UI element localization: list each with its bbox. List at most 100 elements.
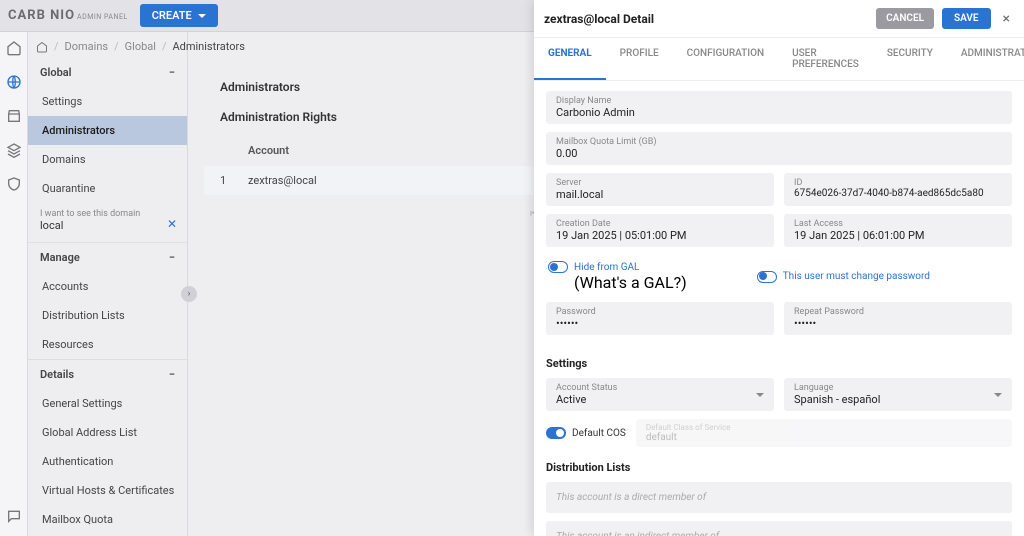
logo: CARB NIO ADMIN PANEL bbox=[8, 8, 128, 23]
field-label: Repeat Password bbox=[794, 307, 1002, 317]
cancel-button[interactable]: CANCEL bbox=[876, 8, 934, 29]
field-default-cos: Default Class of Service default bbox=[636, 419, 1012, 447]
sidebar-group-global[interactable]: Global− bbox=[28, 58, 187, 87]
field-label: Account Status bbox=[556, 383, 617, 393]
save-button[interactable]: SAVE bbox=[942, 8, 991, 29]
field-value: 19 Jan 2025 | 06:01:00 PM bbox=[794, 229, 1002, 242]
field-display-name[interactable]: Display Name Carbonio Admin bbox=[546, 91, 1012, 124]
field-value: Carbonio Admin bbox=[556, 106, 1002, 119]
field-label: Default Class of Service bbox=[646, 423, 731, 432]
collapse-sidebar-button[interactable]: › bbox=[181, 286, 197, 302]
sidebar-item-quarantine[interactable]: Quarantine bbox=[28, 174, 187, 203]
sidebar-group-details[interactable]: Details− bbox=[28, 360, 187, 389]
distlist-direct: This account is a direct member of bbox=[546, 482, 1012, 513]
domain-filter-label: I want to see this domain bbox=[40, 209, 175, 219]
field-quota[interactable]: Mailbox Quota Limit (GB) 0.00 bbox=[546, 132, 1012, 165]
sidebar-item-general-settings[interactable]: General Settings bbox=[28, 389, 187, 418]
field-password[interactable]: Password •••••• bbox=[546, 302, 774, 335]
sidebar-item-resources[interactable]: Resources bbox=[28, 330, 187, 359]
sidebar-item-authentication[interactable]: Authentication bbox=[28, 447, 187, 476]
field-label: Display Name bbox=[556, 96, 1002, 106]
sidebar-group-manage[interactable]: Manage− bbox=[28, 243, 187, 272]
domain-filter[interactable]: I want to see this domain local ✕ bbox=[28, 203, 187, 243]
breadcrumb-sep: / bbox=[54, 40, 59, 53]
collapse-icon: − bbox=[169, 66, 175, 79]
field-label: Creation Date bbox=[556, 219, 764, 229]
sidebar-item-distribution-lists[interactable]: Distribution Lists bbox=[28, 301, 187, 330]
select-language[interactable]: Language Spanish - español bbox=[784, 378, 1012, 411]
sidebar-item-administrators[interactable]: Administrators bbox=[28, 116, 187, 145]
collapse-icon: − bbox=[169, 368, 175, 381]
sidebar-item-mailbox-quota[interactable]: Mailbox Quota bbox=[28, 505, 187, 534]
field-label: ID bbox=[794, 178, 1002, 188]
stack-icon[interactable] bbox=[6, 142, 22, 158]
chat-icon[interactable] bbox=[6, 508, 22, 524]
tab-general[interactable]: GENERAL bbox=[534, 38, 606, 80]
tab-administration[interactable]: ADMINISTRATION bbox=[947, 38, 1024, 80]
field-server: Server mail.local bbox=[546, 173, 774, 206]
field-last-access: Last Access 19 Jan 2025 | 06:01:00 PM bbox=[784, 214, 1012, 247]
chevron-down-icon bbox=[994, 393, 1002, 397]
detail-panel: zextras@local Detail CANCEL SAVE × GENER… bbox=[534, 0, 1024, 536]
chevron-down-icon bbox=[756, 393, 764, 397]
toggle-label: Default COS bbox=[572, 428, 626, 439]
field-value: mail.local bbox=[556, 188, 764, 201]
logo-text: CARB NIO bbox=[8, 8, 75, 23]
globe-icon[interactable] bbox=[6, 74, 22, 90]
field-repeat-password[interactable]: Repeat Password •••••• bbox=[784, 302, 1012, 335]
field-value: default bbox=[646, 432, 731, 443]
toggle-must-change-password[interactable]: This user must change password bbox=[757, 271, 930, 283]
home-icon[interactable] bbox=[6, 40, 22, 56]
create-button-label: CREATE bbox=[152, 9, 192, 22]
domain-filter-value: local bbox=[40, 219, 175, 232]
field-label: Language bbox=[794, 383, 880, 393]
tab-user-preferences[interactable]: USER PREFERENCES bbox=[778, 38, 873, 80]
breadcrumb-sep: / bbox=[114, 40, 119, 53]
breadcrumb-sep: / bbox=[162, 40, 167, 53]
shield-icon[interactable] bbox=[6, 176, 22, 192]
sidebar-item-settings[interactable]: Settings bbox=[28, 87, 187, 116]
toggle-label: This user must change password bbox=[783, 271, 930, 282]
home-icon[interactable] bbox=[36, 41, 48, 53]
sidebar-item-accounts[interactable]: Accounts bbox=[28, 272, 187, 301]
whats-gal-link[interactable]: (What's a GAL?) bbox=[574, 273, 687, 292]
field-value: Active bbox=[556, 393, 617, 406]
detail-title: zextras@local Detail bbox=[544, 12, 868, 26]
logo-subtext: ADMIN PANEL bbox=[77, 13, 128, 21]
toggle-icon bbox=[548, 261, 568, 273]
distlist-indirect: This account is an indirect member of bbox=[546, 521, 1012, 536]
sidebar-item-virtual-hosts[interactable]: Virtual Hosts & Certificates bbox=[28, 476, 187, 505]
sidebar-item-domains[interactable]: Domains bbox=[28, 145, 187, 174]
close-icon[interactable]: × bbox=[999, 11, 1014, 27]
chevron-down-icon bbox=[198, 14, 206, 18]
tab-configuration[interactable]: CONFIGURATION bbox=[673, 38, 778, 80]
detail-tabs: GENERAL PROFILE CONFIGURATION USER PREFE… bbox=[534, 38, 1024, 81]
field-label: Password bbox=[556, 307, 764, 317]
field-value: Spanish - español bbox=[794, 393, 880, 406]
row-index: 1 bbox=[220, 174, 248, 187]
breadcrumb-item-global[interactable]: Global bbox=[125, 40, 156, 53]
store-icon[interactable] bbox=[6, 108, 22, 124]
toggle-hide-gal[interactable]: Hide from GAL (What's a GAL?) bbox=[548, 261, 687, 292]
clear-icon[interactable]: ✕ bbox=[167, 217, 177, 231]
sidebar-item-gal[interactable]: Global Address List bbox=[28, 418, 187, 447]
field-value: •••••• bbox=[794, 317, 1002, 330]
breadcrumb-item-domains[interactable]: Domains bbox=[65, 40, 109, 53]
field-creation-date: Creation Date 19 Jan 2025 | 05:01:00 PM bbox=[546, 214, 774, 247]
breadcrumb-current: Administrators bbox=[172, 40, 244, 53]
collapse-icon: − bbox=[169, 251, 175, 264]
settings-heading: Settings bbox=[546, 357, 1012, 370]
select-account-status[interactable]: Account Status Active bbox=[546, 378, 774, 411]
field-value: 0.00 bbox=[556, 147, 1002, 160]
toggle-icon bbox=[757, 271, 777, 283]
tab-profile[interactable]: PROFILE bbox=[606, 38, 673, 80]
rail-bar bbox=[0, 0, 28, 536]
field-label: Server bbox=[556, 178, 764, 188]
create-button[interactable]: CREATE bbox=[140, 4, 218, 27]
field-label: Mailbox Quota Limit (GB) bbox=[556, 137, 1002, 147]
field-id: ID 6754e026-37d7-4040-b874-aed865dc5a80 bbox=[784, 173, 1012, 206]
detail-body: Display Name Carbonio Admin Mailbox Quot… bbox=[534, 81, 1024, 536]
tab-security[interactable]: SECURITY bbox=[873, 38, 947, 80]
toggle-default-cos[interactable]: Default COS bbox=[546, 427, 626, 439]
sidebar: Global− Settings Administrators Domains … bbox=[28, 32, 188, 536]
